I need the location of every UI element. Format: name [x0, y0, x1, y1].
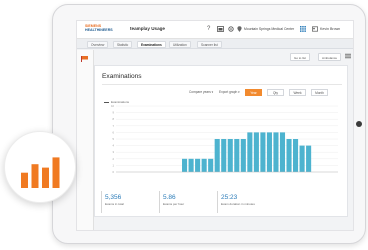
location-icon	[237, 26, 242, 34]
kpi-per-hour: 5.86 Exams per hour	[159, 191, 211, 213]
bar[interactable]	[266, 132, 272, 172]
export-button[interactable]: Go to list	[290, 53, 310, 61]
kpi-duration: 25:23 Exam duration in minutes	[217, 191, 269, 213]
tab-utilization[interactable]: Utilization	[169, 41, 191, 48]
y-tick-label: 7	[113, 124, 115, 128]
tab-overview[interactable]: Overview	[87, 41, 109, 48]
bar[interactable]	[293, 139, 299, 172]
bar[interactable]	[234, 139, 240, 172]
bar[interactable]	[182, 158, 188, 172]
bar[interactable]	[306, 145, 312, 172]
tab-statistic[interactable]: Statistic	[113, 41, 133, 48]
facility-name[interactable]: Mountain Springs Medical Center	[244, 27, 294, 31]
divider	[102, 84, 342, 85]
home-button[interactable]	[356, 121, 362, 127]
tablet-stage: Siemens Healthineers teamplay Usage ? Mo…	[0, 0, 368, 250]
examinations-bar-chart: 0 1 2 3 4 5 6 7 8 9 10	[111, 104, 338, 174]
menu-icon[interactable]	[345, 53, 351, 61]
bar[interactable]	[299, 145, 305, 172]
kpi-per-hour-label: Exams per hour	[163, 202, 185, 206]
bar[interactable]	[188, 158, 194, 172]
side-panel	[77, 50, 94, 230]
options-button[interactable]: Ambulance	[318, 53, 342, 61]
legend-swatch	[104, 101, 109, 103]
apps-grid-icon[interactable]	[300, 26, 306, 34]
y-tick-label: 3	[113, 150, 115, 154]
bar[interactable]	[286, 139, 292, 172]
bar[interactable]	[253, 132, 259, 172]
y-tick-label: 6	[113, 130, 115, 134]
kpi-total-value: 5,356	[105, 194, 122, 201]
calendar-icon[interactable]	[217, 26, 224, 34]
y-tick-label: 2	[113, 157, 115, 161]
bar[interactable]	[247, 132, 253, 172]
bar[interactable]	[201, 158, 207, 172]
bar[interactable]	[279, 132, 286, 172]
bar[interactable]	[273, 132, 279, 172]
tab-scanner-list[interactable]: Scanner list	[197, 41, 222, 48]
badge-bar	[52, 157, 60, 188]
period-qty[interactable]: Qty	[267, 89, 284, 96]
analytics-badge	[4, 131, 76, 203]
bar-chart-icon	[21, 157, 60, 188]
kpi-duration-label: Exam duration in minutes	[221, 202, 255, 206]
logo-line2: Healthineers	[85, 28, 113, 33]
kpi-row: 5,356 Exams in total 5.86 Exams per hour…	[101, 191, 345, 215]
badge-bar	[31, 164, 39, 188]
settings-icon[interactable]	[228, 26, 234, 34]
kpi-total-label: Exams in total	[105, 202, 124, 206]
bar[interactable]	[208, 158, 214, 172]
period-month[interactable]: Month	[311, 89, 328, 96]
app-screen: Siemens Healthineers teamplay Usage ? Mo…	[76, 20, 354, 231]
y-tick-label: 1	[113, 163, 115, 167]
examinations-card: Examinations Compare years ▾ Export grap…	[94, 65, 348, 217]
kpi-per-hour-value: 5.86	[163, 194, 176, 201]
flag-icon[interactable]	[81, 56, 89, 62]
bar[interactable]	[240, 139, 246, 172]
period-year[interactable]: Year	[245, 89, 262, 96]
export-graph-dropdown[interactable]: Export graph ▾	[219, 90, 240, 94]
header-bar: Siemens Healthineers teamplay Usage ? Mo…	[77, 21, 353, 39]
tab-bar: Overview Statistic Examinations Utilizat…	[77, 39, 353, 49]
user-icon	[312, 26, 318, 34]
tab-examinations[interactable]: Examinations	[137, 41, 166, 48]
toolbar: Go to list Ambulance	[94, 50, 353, 64]
app-title: teamplay Usage	[130, 26, 165, 31]
brand-logo[interactable]: Siemens Healthineers	[85, 24, 115, 32]
card-title: Examinations	[102, 73, 142, 80]
bar[interactable]	[227, 139, 233, 172]
y-tick-label: 4	[113, 144, 115, 148]
bar[interactable]	[221, 139, 227, 172]
kpi-duration-value: 25:23	[221, 194, 238, 201]
y-tick-label: 8	[113, 117, 115, 121]
period-week[interactable]: Week	[289, 89, 306, 96]
badge-bar	[21, 172, 28, 188]
y-tick-label: 10	[111, 104, 114, 108]
bar[interactable]	[260, 132, 266, 172]
y-tick-label: 5	[113, 137, 115, 141]
user-name[interactable]: Kevin Brown	[320, 27, 340, 31]
kpi-total: 5,356 Exams in total	[101, 191, 153, 213]
y-tick-label: 0	[113, 170, 115, 174]
bar[interactable]	[214, 139, 220, 172]
y-tick-label: 9	[113, 111, 115, 115]
compare-dropdown[interactable]: Compare years ▾	[189, 90, 213, 94]
bar[interactable]	[195, 158, 201, 172]
badge-bar	[42, 167, 49, 188]
help-icon[interactable]: ?	[207, 26, 210, 32]
